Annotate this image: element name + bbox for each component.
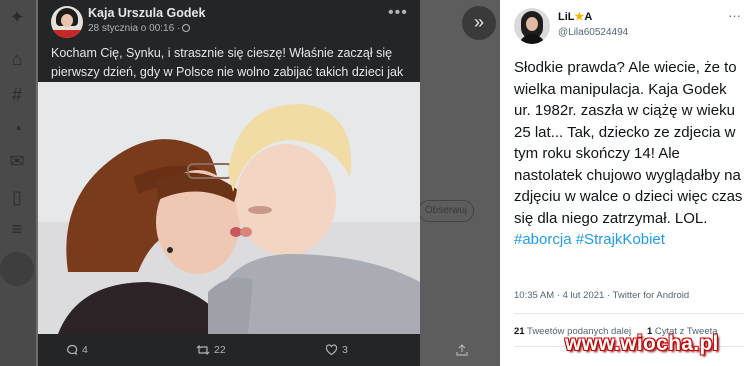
hashtag-icon: # [11, 85, 22, 105]
more-options-icon: ••• [388, 4, 408, 21]
tweet-author-handle[interactable]: @Lila60524494 [558, 27, 628, 38]
bell-icon: ◔ [11, 119, 23, 139]
mail-icon: ✉ [9, 151, 25, 171]
list-icon: ≡ [11, 219, 23, 239]
tweet-panel: LiL★A @Lila60524494 ··· Słodkie prawda? … [500, 0, 750, 366]
expand-chevron-icon[interactable]: » [462, 6, 496, 40]
bird-icon: ✦ [9, 7, 25, 27]
fb-post-timestamp: 28 stycznia o 00:16 · [88, 23, 191, 34]
tweet-author-name[interactable]: LiL★A [558, 10, 592, 23]
background-panel-mid [420, 0, 500, 366]
compose-button [0, 252, 34, 286]
fb-post-stats: 4 22 3 [38, 334, 468, 366]
comments-stat: 4 [66, 344, 88, 356]
site-watermark: www.wiocha.pl [565, 332, 719, 355]
shares-stat: 22 [196, 344, 226, 356]
tweet-datetime[interactable]: 10:35 AM · 4 lut 2021 · Twitter for Andr… [514, 290, 689, 301]
likes-stat: 3 [325, 344, 348, 356]
globe-icon [182, 24, 191, 32]
home-icon: ⌂ [11, 49, 23, 69]
retweet-icon [196, 345, 210, 355]
star-icon: ★ [574, 11, 585, 23]
share-icon [456, 344, 472, 356]
bookmark-icon: ▯ [12, 187, 22, 207]
heart-icon [325, 344, 338, 356]
background-nav: ✦ ⌂ # ◔ ✉ ▯ ≡ [0, 0, 36, 366]
tweet-text: Słodkie prawda? Ale wiecie, że to wielka… [514, 59, 743, 248]
follow-button: Obserwuj [418, 200, 474, 222]
tweet-author-avatar[interactable] [514, 8, 550, 44]
comment-icon [67, 344, 78, 356]
more-options-icon[interactable]: ··· [728, 8, 741, 23]
fb-author-avatar [51, 6, 83, 38]
photo-illustration [38, 82, 420, 334]
fb-author-name: Kaja Urszula Godek [88, 6, 206, 20]
mother-child-photo [38, 82, 420, 334]
hashtag-link[interactable]: #aborcja [514, 231, 572, 248]
hashtag-link[interactable]: #StrajkKobiet [576, 231, 665, 248]
divider [514, 313, 744, 314]
facebook-post-image: Kaja Urszula Godek 28 stycznia o 00:16 ·… [38, 0, 468, 366]
